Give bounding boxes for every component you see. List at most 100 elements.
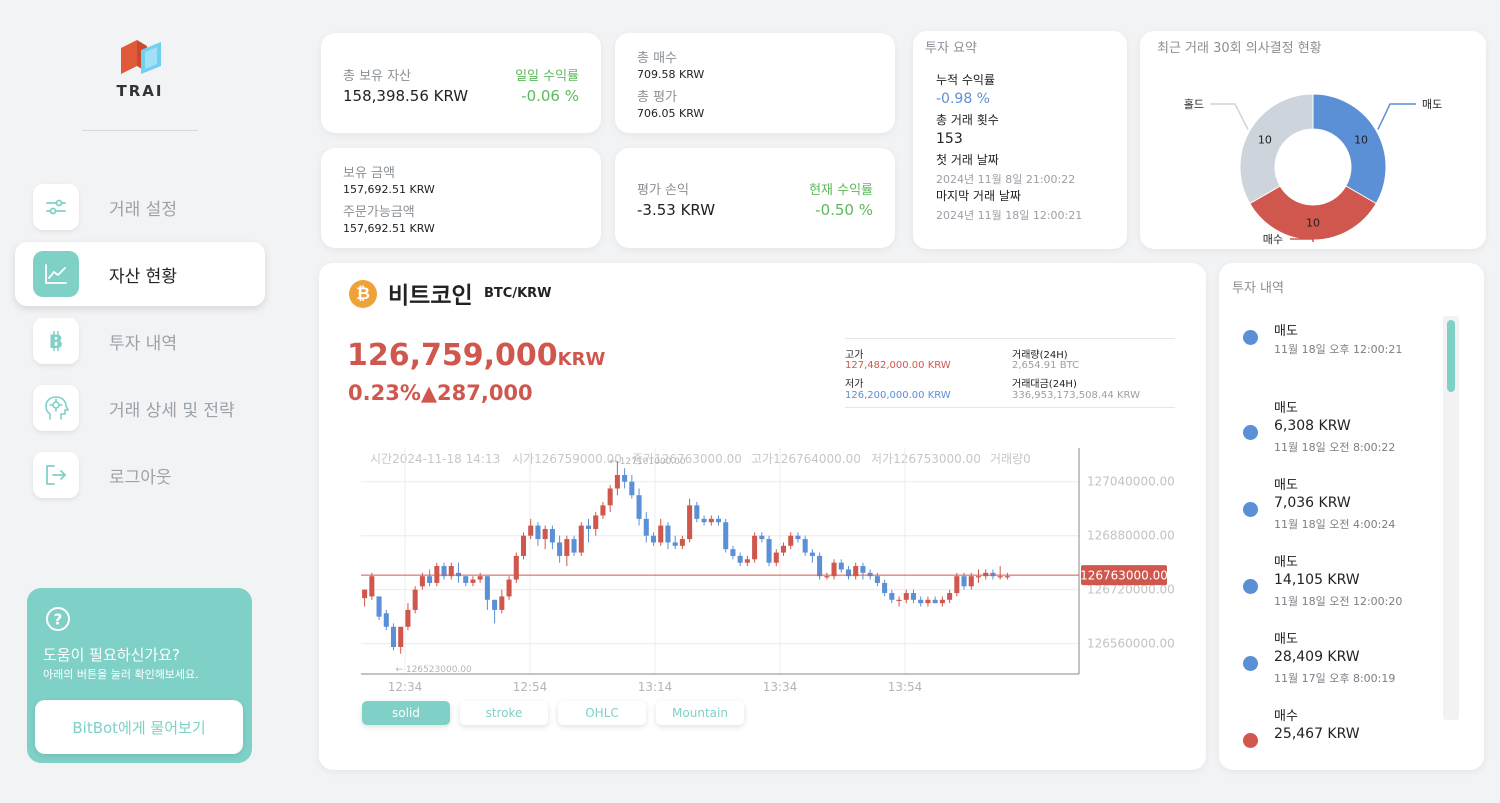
candle-body [390,626,397,648]
svg-text:B: B [49,331,63,353]
history-dot [1243,733,1258,748]
history-amount: 14,105 KRW [1274,572,1360,588]
candle-body [687,505,693,540]
history-scroll-thumb[interactable] [1447,320,1455,392]
x-tick-label: 13:34 [763,680,798,694]
invest-history-title: 투자 내역 [1232,281,1284,296]
candle-body [506,579,512,597]
eval-pl-label: 평가 손익 [637,183,689,198]
max-price-marker: ← 127101000.00 [609,457,686,467]
donut-leader-line [1377,103,1416,130]
candle-body [427,576,433,583]
candle-body [752,535,758,560]
candlestick-chart[interactable]: 127040000.00126880000.00126720000.001265… [340,440,1190,700]
history-item[interactable]: 매도 7,036 KRW 11월 18일 오전 4:00:24 [1235,474,1435,544]
volume-value: 2,654.91 BTC [1012,360,1080,371]
total-buy-label: 총 매수 [637,51,678,66]
candle-body [867,572,873,577]
tab-solid[interactable]: solid [362,701,450,725]
help-card: ? 도움이 필요하신가요? 아래의 버튼을 눌러 확인해보세요. BitBot에… [27,588,252,763]
history-type: 매도 [1274,555,1298,570]
donut-value-label: 10 [1354,133,1368,146]
history-item[interactable]: 매도 6,308 KRW 11월 18일 오전 8:00:22 [1235,397,1435,467]
candle-body [549,528,555,543]
history-item[interactable]: 매도 11월 18일 오후 12:00:21 [1235,320,1435,390]
trade-count-value: 153 [936,131,963,147]
donut-slice-1[interactable] [1249,185,1377,241]
sidebar-item-trade-settings[interactable]: 거래 설정 [15,175,265,239]
donut-slice-0[interactable] [1312,93,1387,205]
candle-body [557,542,563,556]
tab-ohlc[interactable]: OHLC [558,701,646,725]
ask-bitbot-button[interactable]: BitBot에게 물어보기 [35,700,243,754]
sidebar-item-invest-history[interactable]: B 투자 내역 [15,309,265,373]
x-tick-label: 12:54 [513,680,548,694]
history-dot [1243,579,1258,594]
candle-body [780,545,787,553]
brain-head-icon [33,385,79,431]
donut-legend-label: 매도 [1422,98,1442,111]
market-stats-table: 고가 127,482,000.00 KRW 저가 126,200,000.00 … [845,338,1175,408]
sidebar-item-trade-detail[interactable]: 거래 상세 및 전략 [15,376,265,440]
current-return-value: -0.50 % [815,201,873,219]
sidebar-item-asset-status[interactable]: 자산 현황 [15,242,265,306]
tab-mountain[interactable]: Mountain [656,701,744,725]
candle-body [990,572,996,577]
candle-body [434,566,440,583]
y-tick-label: 127040000.00 [1087,475,1175,489]
candle-body [636,495,642,519]
history-item[interactable]: 매수 25,467 KRW [1235,705,1435,775]
candle-body [448,566,454,577]
logo-text: TRAI [116,82,164,100]
candle-body [802,539,808,553]
candle-body [824,576,830,578]
candle-body [889,593,895,600]
candle-body [715,518,722,523]
candle-body [730,549,736,556]
candle-body [492,599,498,610]
history-item[interactable]: 매도 28,409 KRW 11월 17일 오후 8:00:19 [1235,628,1435,698]
history-amount: 6,308 KRW [1274,418,1351,434]
candle-body [882,582,888,594]
donut-legend-label: 홀드 [1184,98,1204,111]
low-label: 저가 [845,379,864,390]
candle-body [896,599,902,601]
tab-stroke[interactable]: stroke [460,701,548,725]
candle-body [665,525,671,543]
candle-body [643,518,649,536]
question-circle-icon: ? [46,607,70,631]
candle-body [398,626,404,648]
candle-body [903,593,909,600]
candle-body [571,539,577,553]
history-scrollbar[interactable] [1443,316,1459,720]
candle-body [838,562,844,570]
candle-body [362,589,368,599]
history-time: 11월 18일 오전 12:00:20 [1274,595,1403,608]
price-change: 0.23%▲287,000 [348,381,533,405]
history-type: 매도 [1274,324,1298,339]
history-type: 매도 [1274,478,1298,493]
donut-slice-2[interactable] [1239,93,1314,205]
candle-body [484,576,490,600]
sidebar-item-label: 자산 현황 [109,266,177,287]
candle-body [874,576,880,583]
candle-body [535,525,541,540]
logout-icon [33,452,79,498]
history-time: 11월 18일 오전 4:00:24 [1274,518,1396,531]
coin-name: 비트코인 [388,283,473,309]
candle-body [405,609,411,627]
holding-label: 보유 금액 [343,166,395,181]
x-tick-label: 12:34 [388,680,423,694]
sidebar-item-logout[interactable]: 로그아웃 [15,443,265,507]
candle-body [614,474,620,489]
candle-body [694,505,700,519]
candle-body [766,539,772,563]
total-assets-value: 158,398.56 KRW [343,87,469,105]
holding-card: 보유 금액 157,692.51 KRW 주문가능금액 157,692.51 K… [321,148,601,248]
candle-body [455,572,462,577]
app-logo[interactable]: TRAI [110,36,170,100]
history-time: 11월 18일 오후 12:00:21 [1274,343,1403,356]
amount-value: 336,953,173,508.44 KRW [1012,390,1140,401]
last-trade-label: 마지막 거래 날짜 [936,189,1021,203]
history-item[interactable]: 매도 14,105 KRW 11월 18일 오전 12:00:20 [1235,551,1435,621]
